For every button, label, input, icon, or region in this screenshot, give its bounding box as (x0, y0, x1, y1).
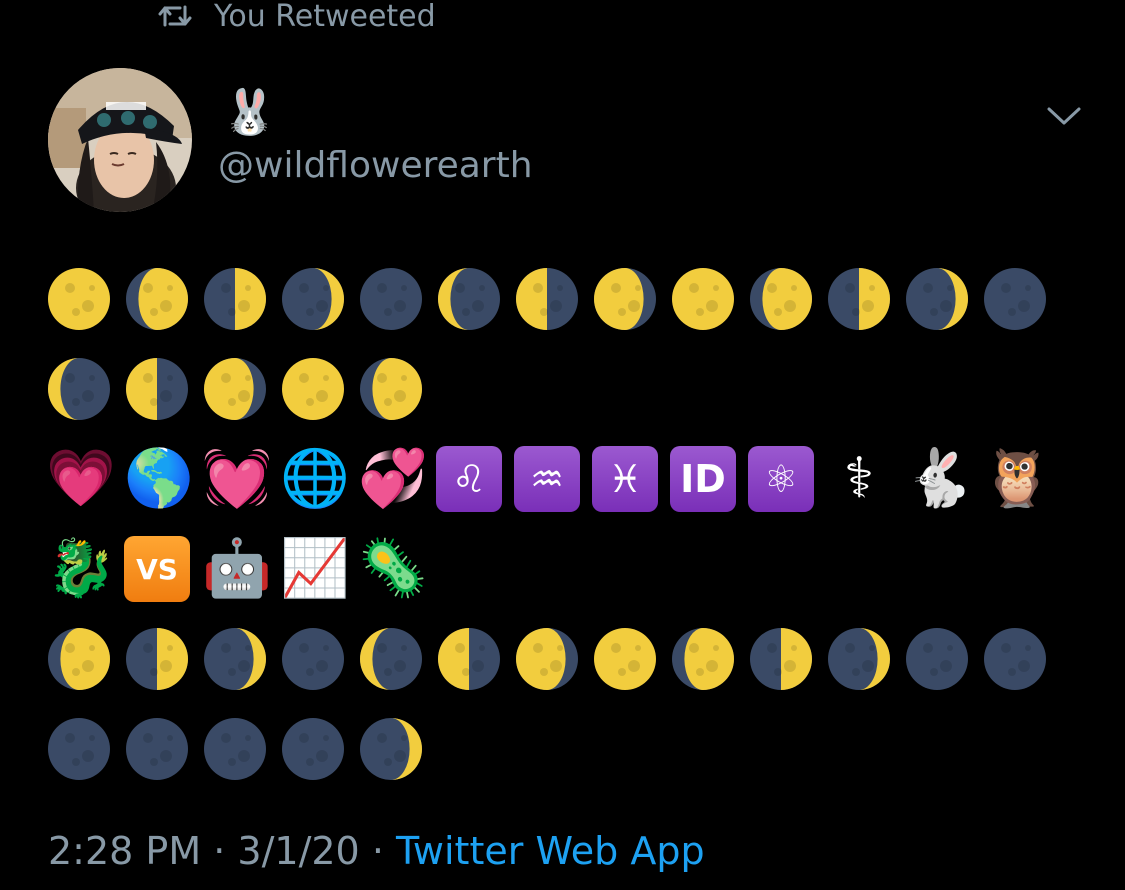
source-link[interactable]: Twitter Web App (396, 829, 705, 873)
full-moon-icon (672, 268, 734, 330)
first-q-moon-icon (828, 268, 890, 330)
wax-gib-moon-icon (672, 628, 734, 690)
wane-cres-moon-icon (48, 358, 110, 420)
growing-heart-icon: 💗 (46, 446, 116, 511)
wax-cres-moon-icon (906, 268, 968, 330)
new-moon-icon (282, 718, 344, 780)
last-q-moon-icon (126, 358, 188, 420)
new-moon-icon (360, 268, 422, 330)
wax-cres-moon-icon (282, 268, 344, 330)
wane-gib-moon-icon (594, 268, 656, 330)
two-hearts-icon: 💞 (358, 446, 428, 511)
author-handle[interactable]: @wildflowerearth (218, 144, 533, 188)
full-moon-icon (48, 268, 110, 330)
wax-gib-moon-icon (48, 628, 110, 690)
emoji-row (46, 254, 1086, 344)
microbe-icon: 🦠 (358, 536, 428, 601)
date[interactable]: 3/1/20 (237, 829, 359, 873)
vs-button-icon: VS (124, 536, 190, 602)
tweet-meta: 2:28 PM · 3/1/20 · Twitter Web App (48, 826, 705, 876)
first-q-moon-icon (750, 628, 812, 690)
new-moon-icon (126, 718, 188, 780)
new-moon-icon (984, 268, 1046, 330)
robot-icon: 🤖 (202, 536, 272, 601)
new-moon-icon (984, 628, 1046, 690)
new-moon-icon (906, 628, 968, 690)
emoji-row (46, 344, 1086, 434)
atom-icon: ⚛ (748, 446, 814, 512)
wax-cres-moon-icon (360, 718, 422, 780)
emoji-row: 🐉 VS 🤖 📈 🦠 (46, 524, 1086, 614)
meta-separator: · (213, 829, 226, 873)
new-moon-icon (48, 718, 110, 780)
author-display-name[interactable]: 🐰 (222, 86, 277, 140)
first-q-moon-icon (204, 268, 266, 330)
aquarius-icon: ♒ (514, 446, 580, 512)
rabbit-icon: 🐇 (904, 446, 974, 511)
wax-gib-moon-icon (750, 268, 812, 330)
wane-cres-moon-icon (360, 628, 422, 690)
globe-meridians-icon: 🌐 (280, 446, 350, 511)
new-moon-icon (282, 628, 344, 690)
retweet-icon (158, 5, 192, 27)
meta-separator: · (371, 829, 384, 873)
dragon-icon: 🐉 (46, 536, 116, 601)
wane-cres-moon-icon (438, 268, 500, 330)
emoji-row: 💗 🌎 💓 🌐 💞 ♌ ♒ ♓ ID ⚛ ⚕ 🐇 🦉 (46, 434, 1086, 524)
first-q-moon-icon (126, 628, 188, 690)
emoji-row (46, 704, 1086, 794)
earth-americas-icon: 🌎 (124, 446, 194, 511)
beating-heart-icon: 💓 (202, 446, 272, 511)
retweet-indicator: You Retweeted (158, 0, 436, 36)
owl-icon: 🦉 (982, 446, 1052, 511)
last-q-moon-icon (516, 268, 578, 330)
chart-up-icon: 📈 (280, 536, 350, 601)
leo-icon: ♌ (436, 446, 502, 512)
tweet-text: 💗 🌎 💓 🌐 💞 ♌ ♒ ♓ ID ⚛ ⚕ 🐇 🦉 🐉 VS 🤖 📈 🦠 (46, 254, 1086, 794)
timestamp[interactable]: 2:28 PM (48, 829, 201, 873)
avatar[interactable] (48, 68, 192, 212)
wane-gib-moon-icon (516, 628, 578, 690)
full-moon-icon (282, 358, 344, 420)
chevron-down-icon[interactable] (1046, 102, 1082, 130)
retweet-label: You Retweeted (214, 0, 436, 34)
full-moon-icon (594, 628, 656, 690)
wax-cres-moon-icon (828, 628, 890, 690)
emoji-row (46, 614, 1086, 704)
wax-gib-moon-icon (126, 268, 188, 330)
medical-icon: ⚕ (843, 446, 875, 511)
wane-gib-moon-icon (204, 358, 266, 420)
pisces-icon: ♓ (592, 446, 658, 512)
last-q-moon-icon (438, 628, 500, 690)
id-button-icon: ID (670, 446, 736, 512)
wax-cres-moon-icon (204, 628, 266, 690)
wax-gib-moon-icon (360, 358, 422, 420)
new-moon-icon (204, 718, 266, 780)
